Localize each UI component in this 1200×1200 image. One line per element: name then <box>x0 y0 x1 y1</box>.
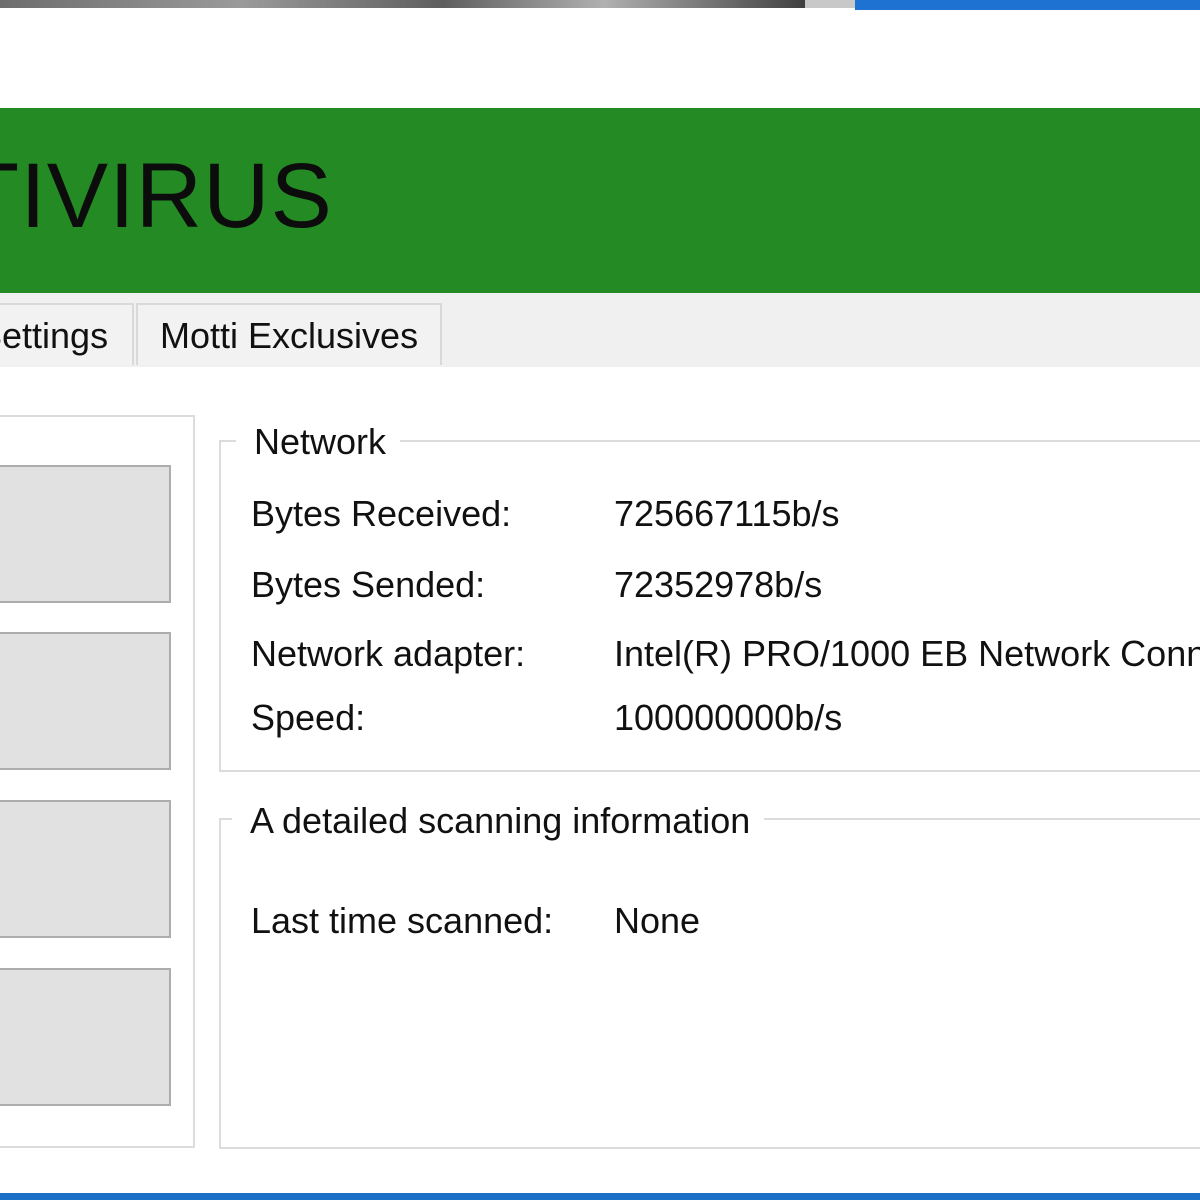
title-bar-button[interactable] <box>805 0 855 8</box>
network-group-title: Network <box>236 420 401 464</box>
title-bar-accent <box>855 0 1200 10</box>
last-scanned-value: None <box>614 900 701 941</box>
app-title: TIVIRUS <box>0 145 333 247</box>
tab-motti-exclusives-label: Motti Exclusives <box>160 315 419 356</box>
scan-info-group-title: A detailed scanning information <box>232 799 765 843</box>
speed-value: 100000000b/s <box>614 697 843 738</box>
title-bar-strip <box>0 0 805 8</box>
side-action-button-2[interactable] <box>0 632 171 770</box>
last-scanned-label: Last time scanned: <box>251 900 554 941</box>
speed-label: Speed: <box>251 697 366 738</box>
scan-info-groupbox <box>219 818 1200 1149</box>
tab-motti-exclusives[interactable]: Motti Exclusives <box>136 303 442 365</box>
bytes-received-label: Bytes Received: <box>251 493 512 534</box>
side-action-button-3[interactable] <box>0 800 171 938</box>
tab-settings[interactable]: Settings <box>0 303 134 365</box>
network-adapter-value: Intel(R) PRO/1000 EB Network Connection <box>614 633 1200 674</box>
tab-settings-label: Settings <box>0 315 109 356</box>
bytes-received-value: 725667115b/s <box>614 493 840 534</box>
app-window: TIVIRUS Settings Motti Exclusives Networ… <box>0 0 1200 1200</box>
side-action-button-4[interactable] <box>0 968 171 1106</box>
taskbar-edge <box>0 1193 1200 1200</box>
bytes-sended-label: Bytes Sended: <box>251 564 486 605</box>
bytes-sended-value: 72352978b/s <box>614 564 823 605</box>
network-adapter-label: Network adapter: <box>251 633 526 674</box>
side-action-button-1[interactable] <box>0 465 171 603</box>
